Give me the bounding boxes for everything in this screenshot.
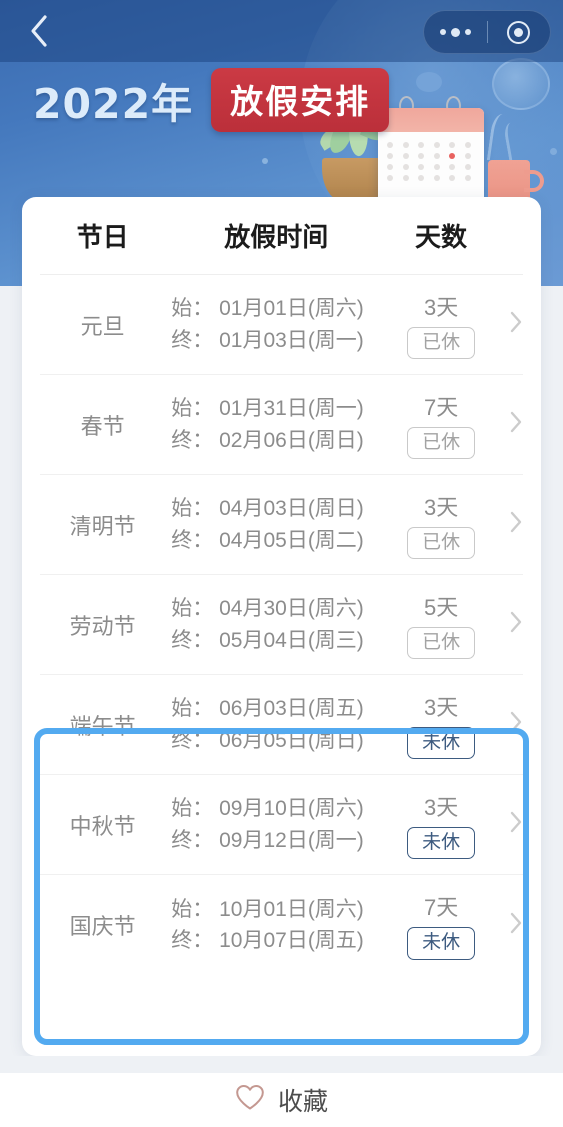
target-circle-icon xyxy=(507,20,531,44)
holiday-days-count: 3天 xyxy=(423,294,459,320)
row-arrow[interactable] xyxy=(495,310,523,339)
holiday-name: 春节 xyxy=(80,413,125,439)
holiday-days-cell: 7天 已休 xyxy=(387,390,495,460)
table-row[interactable]: 端午节 始： 06月03日(周五) 终： 06月05日(周日) 3天 未休 xyxy=(40,675,523,775)
chevron-right-icon xyxy=(509,410,523,439)
holiday-start: 始： 06月03日(周五) xyxy=(171,697,364,721)
holiday-days-count: 5天 xyxy=(423,594,459,620)
holiday-period: 始： 09月10日(周六) 终： 09月12日(周一) xyxy=(165,793,387,855)
chevron-right-icon xyxy=(509,610,523,639)
status-badge: 未休 xyxy=(407,726,476,760)
holiday-end: 终： 01月03日(周一) xyxy=(171,328,364,352)
holiday-name: 清明节 xyxy=(69,513,136,539)
holiday-days-cell: 5天 已休 xyxy=(387,590,495,660)
holiday-period: 始： 01月31日(周一) 终： 02月06日(周日) xyxy=(165,393,387,455)
chevron-right-icon xyxy=(509,911,523,940)
favorite-bar[interactable]: 收藏 xyxy=(0,1073,563,1127)
column-header-period: 放假时间 xyxy=(224,222,329,252)
holiday-days-cell: 3天 已休 xyxy=(387,290,495,360)
banner-year-text: 2022年 xyxy=(33,80,194,128)
calendar-header xyxy=(378,108,484,132)
holiday-days-count: 7天 xyxy=(423,895,459,921)
banner-badge-text: 放假安排 xyxy=(211,68,390,132)
column-header-days: 天数 xyxy=(415,222,468,252)
holiday-end: 终： 04月05日(周二) xyxy=(171,528,364,552)
holiday-start: 始： 09月10日(周六) xyxy=(171,797,364,821)
holiday-period: 始： 06月03日(周五) 终： 06月05日(周日) xyxy=(165,693,387,755)
row-arrow[interactable] xyxy=(495,510,523,539)
holiday-days-cell: 3天 未休 xyxy=(387,690,495,760)
calendar-illustration xyxy=(378,108,484,204)
bubble-decoration xyxy=(550,148,557,155)
holiday-period: 始： 04月30日(周六) 终： 05月04日(周三) xyxy=(165,593,387,655)
chevron-left-icon xyxy=(28,14,50,48)
holiday-days-cell: 3天 已休 xyxy=(387,490,495,560)
holiday-period: 始： 04月03日(周日) 终： 04月05日(周二) xyxy=(165,493,387,555)
holiday-days-count: 3天 xyxy=(423,694,459,720)
status-badge: 已休 xyxy=(407,326,476,360)
holiday-end: 终： 10月07日(周五) xyxy=(171,929,364,952)
status-badge: 已休 xyxy=(407,626,476,660)
holiday-name: 中秋节 xyxy=(69,813,136,839)
holiday-end: 终： 09月12日(周一) xyxy=(171,828,364,852)
status-badge: 未休 xyxy=(407,927,476,960)
holiday-days-cell: 7天 未休 xyxy=(387,890,495,960)
table-row[interactable]: 国庆节 始： 10月01日(周六) 终： 10月07日(周五) 7天 未休 xyxy=(40,875,523,975)
holiday-period: 始： 10月01日(周六) 终： 10月07日(周五) xyxy=(165,894,387,956)
holiday-start: 始： 04月30日(周六) xyxy=(171,597,364,621)
row-arrow[interactable] xyxy=(495,710,523,739)
holiday-name: 国庆节 xyxy=(69,914,136,939)
holiday-period: 始： 01月01日(周六) 终： 01月03日(周一) xyxy=(165,293,387,355)
holiday-start: 始： 01月31日(周一) xyxy=(171,397,364,421)
banner-title: 2022年 放假安排 xyxy=(33,68,390,132)
content-gap xyxy=(0,1056,563,1074)
holiday-days-count: 3天 xyxy=(423,794,459,820)
calendar-grid xyxy=(378,132,484,191)
chevron-right-icon xyxy=(509,510,523,539)
holiday-name: 劳动节 xyxy=(69,613,136,639)
miniprogram-capsule xyxy=(423,10,551,54)
row-arrow[interactable] xyxy=(495,810,523,839)
back-button[interactable] xyxy=(16,8,62,54)
status-badge: 已休 xyxy=(407,526,476,560)
row-arrow[interactable] xyxy=(495,911,523,940)
row-arrow[interactable] xyxy=(495,610,523,639)
favorite-label: 收藏 xyxy=(277,1088,328,1116)
chevron-right-icon xyxy=(509,710,523,739)
table-row[interactable]: 清明节 始： 04月03日(周日) 终： 04月05日(周二) 3天 已休 xyxy=(40,475,523,575)
chevron-right-icon xyxy=(509,310,523,339)
row-arrow[interactable] xyxy=(495,410,523,439)
table-row[interactable]: 元旦 始： 01月01日(周六) 终： 01月03日(周一) 3天 已休 xyxy=(40,275,523,375)
table-header-row: 节日 放假时间 天数 xyxy=(40,197,523,275)
table-row[interactable]: 中秋节 始： 09月10日(周六) 终： 09月12日(周一) 3天 未休 xyxy=(40,775,523,875)
clock-illustration xyxy=(492,58,550,110)
app-screen: 2022年 放假安排 节日 放假时间 天数 元旦 始： 01月01日(周六) 终… xyxy=(0,0,563,1127)
chevron-right-icon xyxy=(509,810,523,839)
more-menu-button[interactable] xyxy=(424,11,487,53)
bubble-decoration xyxy=(262,158,268,164)
holiday-start: 始： 10月01日(周六) xyxy=(171,897,364,921)
close-miniprogram-button[interactable] xyxy=(488,11,551,53)
bubble-decoration xyxy=(416,72,442,92)
heart-outline-icon xyxy=(235,1084,265,1116)
status-badge: 未休 xyxy=(407,826,476,860)
holiday-days-cell: 3天 未休 xyxy=(387,790,495,860)
status-badge: 已休 xyxy=(407,426,476,460)
holiday-table-card: 节日 放假时间 天数 元旦 始： 01月01日(周六) 终： 01月03日(周一… xyxy=(22,197,541,1056)
holiday-end: 终： 05月04日(周三) xyxy=(171,628,364,652)
holiday-name: 端午节 xyxy=(69,713,136,739)
holiday-name: 元旦 xyxy=(80,313,125,339)
holiday-days-count: 3天 xyxy=(423,494,459,520)
table-row[interactable]: 春节 始： 01月31日(周一) 终： 02月06日(周日) 7天 已休 xyxy=(40,375,523,475)
column-header-holiday: 节日 xyxy=(76,222,129,252)
holiday-end: 终： 06月05日(周日) xyxy=(171,728,364,752)
more-dots-icon xyxy=(439,27,471,37)
holiday-start: 始： 01月01日(周六) xyxy=(171,297,364,321)
holiday-days-count: 7天 xyxy=(423,394,459,420)
holiday-end: 终： 02月06日(周日) xyxy=(171,428,364,452)
holiday-start: 始： 04月03日(周日) xyxy=(171,497,364,521)
table-row[interactable]: 劳动节 始： 04月30日(周六) 终： 05月04日(周三) 5天 已休 xyxy=(40,575,523,675)
